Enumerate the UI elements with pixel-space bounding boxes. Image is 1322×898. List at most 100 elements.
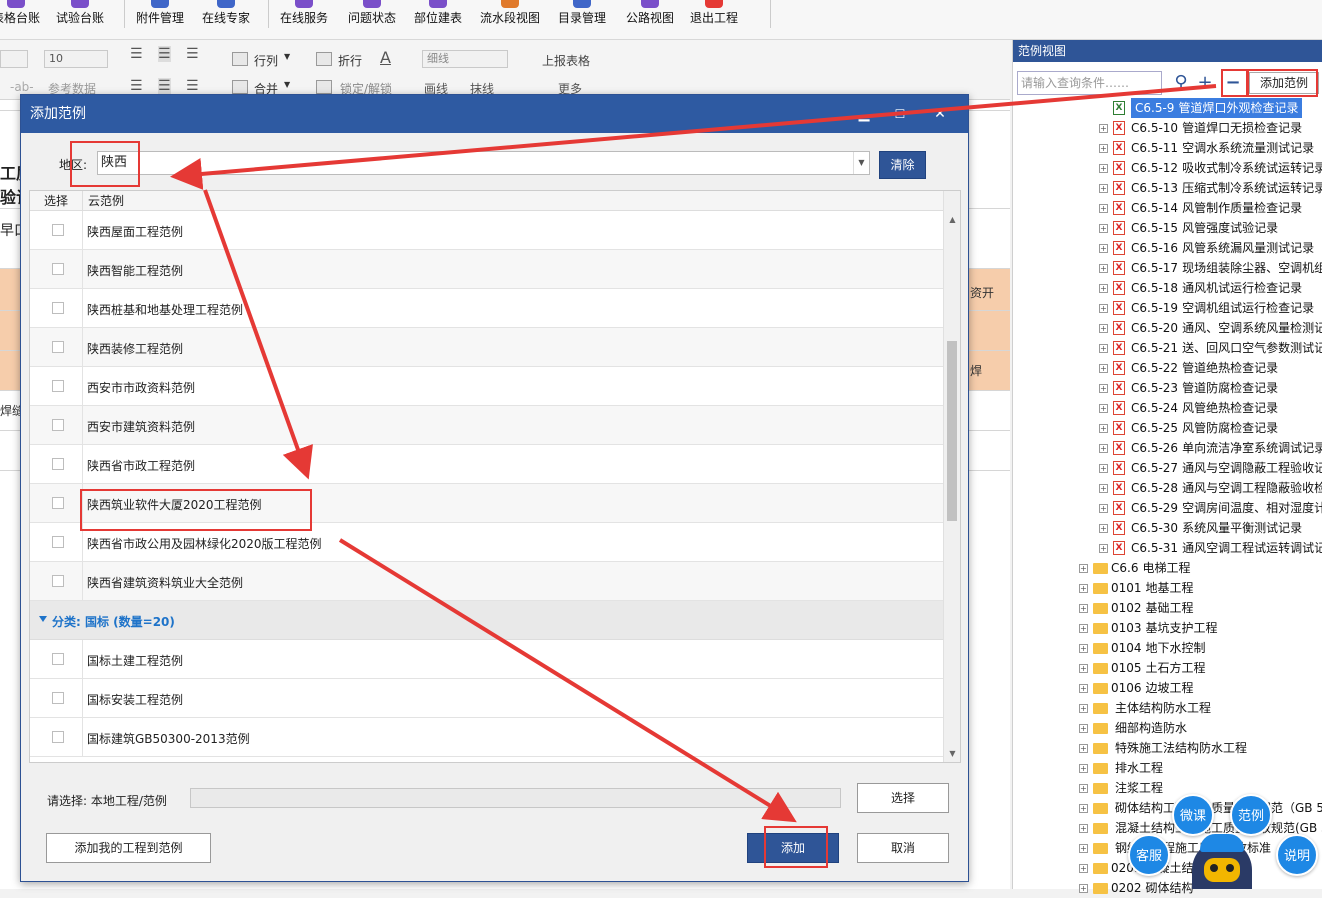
search-icon[interactable]: ⚲ xyxy=(1170,72,1192,94)
tree-item[interactable]: +0102 基础工程 xyxy=(1013,598,1322,618)
tree-item[interactable]: + X C6.5-19 空调机组试运行检查记录 xyxy=(1013,298,1322,318)
tree-expand-icon[interactable]: + xyxy=(1099,224,1108,233)
tree-item[interactable]: + X C6.5-31 通风空调工程试运转调试记 xyxy=(1013,538,1322,558)
scroll-up-icon[interactable]: ▲ xyxy=(944,211,960,228)
tree-expand-icon[interactable]: + xyxy=(1079,664,1088,673)
table-row[interactable]: 西安市建筑资料范例 xyxy=(30,406,944,445)
tree-expand-icon[interactable]: + xyxy=(1099,484,1108,493)
tree-item[interactable]: + X C6.5-10 管道焊口无损检查记录 xyxy=(1013,118,1322,138)
align-middle-icon[interactable]: ☰ xyxy=(158,46,171,62)
table-row[interactable]: 陕西省建筑资料筑业大全范例 xyxy=(30,562,944,601)
row-checkbox[interactable] xyxy=(52,497,64,509)
tree-item[interactable]: + X C6.5-16 风管系统漏风量测试记录 xyxy=(1013,238,1322,258)
row-checkbox[interactable] xyxy=(52,536,64,548)
table-row[interactable]: 陕西省市政工程范例 xyxy=(30,445,944,484)
toolbar-button-3[interactable]: 在线专家 xyxy=(202,0,250,40)
tree-item[interactable]: +0104 地下水控制 xyxy=(1013,638,1322,658)
tree-expand-icon[interactable]: + xyxy=(1079,684,1088,693)
tree-item[interactable]: + X C6.5-14 风管制作质量检查记录 xyxy=(1013,198,1322,218)
scroll-down-icon[interactable]: ▼ xyxy=(944,745,960,762)
maximize-icon[interactable]: ☐ xyxy=(882,95,918,133)
tree-item[interactable]: +0202 砌体结构 xyxy=(1013,878,1322,898)
tree-expand-icon[interactable]: + xyxy=(1099,184,1108,193)
tree-expand-icon[interactable]: + xyxy=(1099,144,1108,153)
table-row[interactable]: 西安市市政资料范例 xyxy=(30,367,944,406)
tree-expand-icon[interactable]: + xyxy=(1079,784,1088,793)
tree-item[interactable]: +0105 土石方工程 xyxy=(1013,658,1322,678)
tree-expand-icon[interactable]: + xyxy=(1099,284,1108,293)
tree-expand-icon[interactable]: + xyxy=(1079,724,1088,733)
tree-expand-icon[interactable]: + xyxy=(1079,564,1088,573)
align-top-icon[interactable]: ☰ xyxy=(130,46,143,62)
row-checkbox[interactable] xyxy=(52,458,64,470)
toolbar-button-1[interactable]: 试验台账 xyxy=(56,0,104,40)
close-icon[interactable]: ✕ xyxy=(922,95,958,133)
toolbar-button-9[interactable]: 公路视图 xyxy=(626,0,674,40)
row-checkbox[interactable] xyxy=(52,341,64,353)
tree-item[interactable]: + X C6.5-21 送、回风口空气参数测试记 xyxy=(1013,338,1322,358)
tree-expand-icon[interactable]: + xyxy=(1079,584,1088,593)
tree-expand-icon[interactable]: + xyxy=(1079,744,1088,753)
report-table-button[interactable]: 上报表格 xyxy=(542,52,590,69)
wrap-text-button[interactable]: 折行 xyxy=(338,52,362,69)
row-checkbox[interactable] xyxy=(52,263,64,275)
align-center-icon[interactable]: ☰ xyxy=(158,78,171,94)
tree-expand-icon[interactable]: + xyxy=(1079,604,1088,613)
row-checkbox[interactable] xyxy=(52,419,64,431)
tree-item[interactable]: + X C6.5-23 管道防腐检查记录 xyxy=(1013,378,1322,398)
row-checkbox[interactable] xyxy=(52,224,64,236)
strikethrough-icon[interactable]: -ab- xyxy=(10,80,34,94)
tree-expand-icon[interactable]: + xyxy=(1079,864,1088,873)
tree-item[interactable]: + 砌体结构工程施工质量验收规范（GB 50 xyxy=(1013,798,1322,818)
tree-expand-icon[interactable]: + xyxy=(1099,364,1108,373)
plus-icon[interactable]: + xyxy=(1194,72,1216,94)
align-left-icon[interactable]: ☰ xyxy=(130,78,143,94)
tree-expand-icon[interactable]: + xyxy=(1099,404,1108,413)
region-select[interactable]: 陕西 ▼ xyxy=(97,151,870,175)
tree-item[interactable]: + 主体结构防水工程 xyxy=(1013,698,1322,718)
tree-expand-icon[interactable]: + xyxy=(1099,244,1108,253)
tree-expand-icon[interactable]: + xyxy=(1099,344,1108,353)
tree-item[interactable]: + 注浆工程 xyxy=(1013,778,1322,798)
toolbar-button-4[interactable]: 在线服务 xyxy=(280,0,328,40)
row-checkbox[interactable] xyxy=(52,653,64,665)
tree-item[interactable]: + X C6.5-27 通风与空调隐蔽工程验收记 xyxy=(1013,458,1322,478)
toolbar-button-7[interactable]: 流水段视图 xyxy=(480,0,540,40)
cancel-button[interactable]: 取消 xyxy=(857,833,949,863)
tree-item[interactable]: +0101 地基工程 xyxy=(1013,578,1322,598)
tree-item[interactable]: + X C6.5-20 通风、空调系统风量检测记 xyxy=(1013,318,1322,338)
tree-expand-icon[interactable]: + xyxy=(1079,804,1088,813)
tree-expand-icon[interactable]: + xyxy=(1099,164,1108,173)
tree-expand-icon[interactable]: + xyxy=(1079,644,1088,653)
font-color-icon[interactable]: A xyxy=(380,48,391,67)
row-checkbox[interactable] xyxy=(52,575,64,587)
tree-item[interactable]: + X C6.5-18 通风机试运行检查记录 xyxy=(1013,278,1322,298)
tree-expand-icon[interactable]: + xyxy=(1079,844,1088,853)
minimize-icon[interactable]: ▁ xyxy=(846,95,882,133)
clear-button[interactable]: 清除 xyxy=(879,151,926,179)
align-bottom-icon[interactable]: ☰ xyxy=(186,46,199,62)
micro-course-button[interactable]: 微课 xyxy=(1172,794,1214,836)
toolbar-button-10[interactable]: 退出工程 xyxy=(690,0,738,40)
tree-expand-icon[interactable]: + xyxy=(1099,384,1108,393)
tree-item[interactable]: + 排水工程 xyxy=(1013,758,1322,778)
tree-item[interactable]: + X C6.5-29 空调房间温度、相对湿度计 xyxy=(1013,498,1322,518)
tree-expand-icon[interactable]: + xyxy=(1099,204,1108,213)
toolbar-button-5[interactable]: 问题状态 xyxy=(348,0,396,40)
tree-expand-icon[interactable]: + xyxy=(1079,824,1088,833)
group-header-guobiao[interactable]: 分类: 国标 (数量=20) xyxy=(30,601,944,640)
row-checkbox[interactable] xyxy=(52,380,64,392)
tree-item[interactable]: +0103 基坑支护工程 xyxy=(1013,618,1322,638)
tree-item[interactable]: + X C6.5-26 单向流洁净室系统调试记录 xyxy=(1013,438,1322,458)
table-row[interactable]: 国标建筑GB50300-2013范例 xyxy=(30,718,944,757)
toolbar-button-6[interactable]: 部位建表 xyxy=(414,0,462,40)
add-my-project-button[interactable]: 添加我的工程到范例 xyxy=(46,833,211,863)
font-size-select[interactable]: 10 xyxy=(44,50,108,68)
instructions-button[interactable]: 说明 xyxy=(1276,834,1318,876)
tree-expand-icon[interactable]: + xyxy=(1099,444,1108,453)
column-header-name[interactable]: 云范例 xyxy=(82,191,124,211)
search-input[interactable]: 请输入查询条件…… xyxy=(1017,71,1162,95)
tree-item[interactable]: + X C6.5-24 风管绝热检查记录 xyxy=(1013,398,1322,418)
align-right-icon[interactable]: ☰ xyxy=(186,78,199,94)
tree-expand-icon[interactable]: + xyxy=(1099,524,1108,533)
